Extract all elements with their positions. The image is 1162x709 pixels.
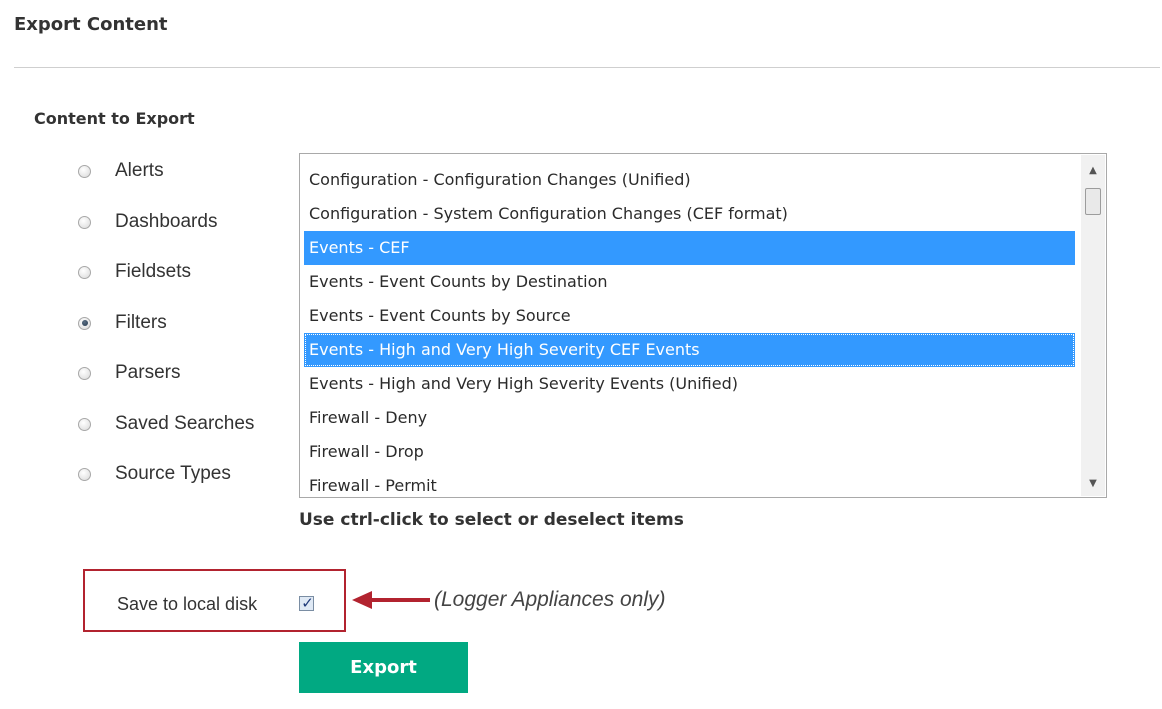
radio-option-label: Fieldsets	[115, 261, 192, 282]
scroll-thumb[interactable]	[1085, 188, 1101, 215]
radio-button-icon[interactable]	[78, 467, 91, 481]
export-button[interactable]: Export	[299, 642, 468, 693]
list-item[interactable]: Configuration - Configuration Changes (U…	[304, 163, 1075, 197]
list-item[interactable]: Events - High and Very High Severity Eve…	[304, 367, 1075, 401]
list-item[interactable]: Configuration - System Configuration Cha…	[304, 197, 1075, 231]
radio-option-label: Filters	[115, 312, 167, 333]
save-to-disk-checkbox[interactable]: ✓	[299, 594, 314, 612]
list-item[interactable]: Events - Event Counts by Destination	[304, 265, 1075, 299]
radio-option-dashboards[interactable]: Dashboards	[78, 209, 217, 235]
radio-button-icon[interactable]	[78, 164, 91, 178]
content-listbox[interactable]: Configuration - Configuration Changes (U…	[299, 153, 1107, 498]
radio-option-label: Parsers	[115, 362, 181, 383]
radio-option-label: Alerts	[115, 160, 164, 181]
section-heading: Content to Export	[34, 109, 195, 128]
listbox-scrollbar[interactable]: ▲ ▼	[1081, 155, 1105, 496]
radio-option-source-types[interactable]: Source Types	[78, 461, 231, 487]
radio-option-alerts[interactable]: Alerts	[78, 158, 164, 184]
scroll-down-arrow-icon[interactable]: ▼	[1081, 474, 1105, 494]
logger-appliances-note: (Logger Appliances only)	[434, 588, 666, 611]
list-item[interactable]: Events - CEF	[304, 231, 1075, 265]
radio-button-icon[interactable]	[78, 417, 91, 431]
radio-option-filters[interactable]: Filters	[78, 310, 167, 336]
radio-option-parsers[interactable]: Parsers	[78, 360, 180, 386]
selection-hint: Use ctrl-click to select or deselect ite…	[299, 510, 684, 530]
title-divider	[14, 67, 1160, 68]
export-content-page: Export Content Content to Export Alerts D…	[0, 0, 1162, 709]
radio-button-icon[interactable]	[78, 366, 91, 380]
list-item[interactable]: Firewall - Drop	[304, 435, 1075, 469]
list-item[interactable]: Firewall - Deny	[304, 401, 1075, 435]
radio-button-icon[interactable]	[78, 265, 91, 279]
radio-button-icon[interactable]	[78, 215, 91, 229]
checkmark-icon: ✓	[301, 594, 314, 612]
save-to-disk-label: Save to local disk	[117, 594, 258, 614]
radio-option-label: Saved Searches	[115, 413, 255, 434]
red-arrow-icon	[352, 591, 430, 609]
radio-option-label: Dashboards	[115, 211, 218, 232]
list-item[interactable]: Firewall - Permit	[304, 469, 1075, 497]
radio-option-saved-searches[interactable]: Saved Searches	[78, 411, 254, 437]
radio-button-icon[interactable]	[78, 316, 91, 330]
radio-option-label: Source Types	[115, 463, 231, 484]
list-item[interactable]: Events - Event Counts by Source	[304, 299, 1075, 333]
list-item[interactable]: Events - High and Very High Severity CEF…	[304, 333, 1075, 367]
content-list-items: Configuration - Configuration Changes (U…	[304, 163, 1075, 497]
scroll-up-arrow-icon[interactable]: ▲	[1081, 161, 1105, 181]
page-title: Export Content	[14, 14, 168, 35]
radio-option-fieldsets[interactable]: Fieldsets	[78, 259, 191, 285]
save-to-disk-highlight-box: Save to local disk ✓	[83, 569, 346, 632]
